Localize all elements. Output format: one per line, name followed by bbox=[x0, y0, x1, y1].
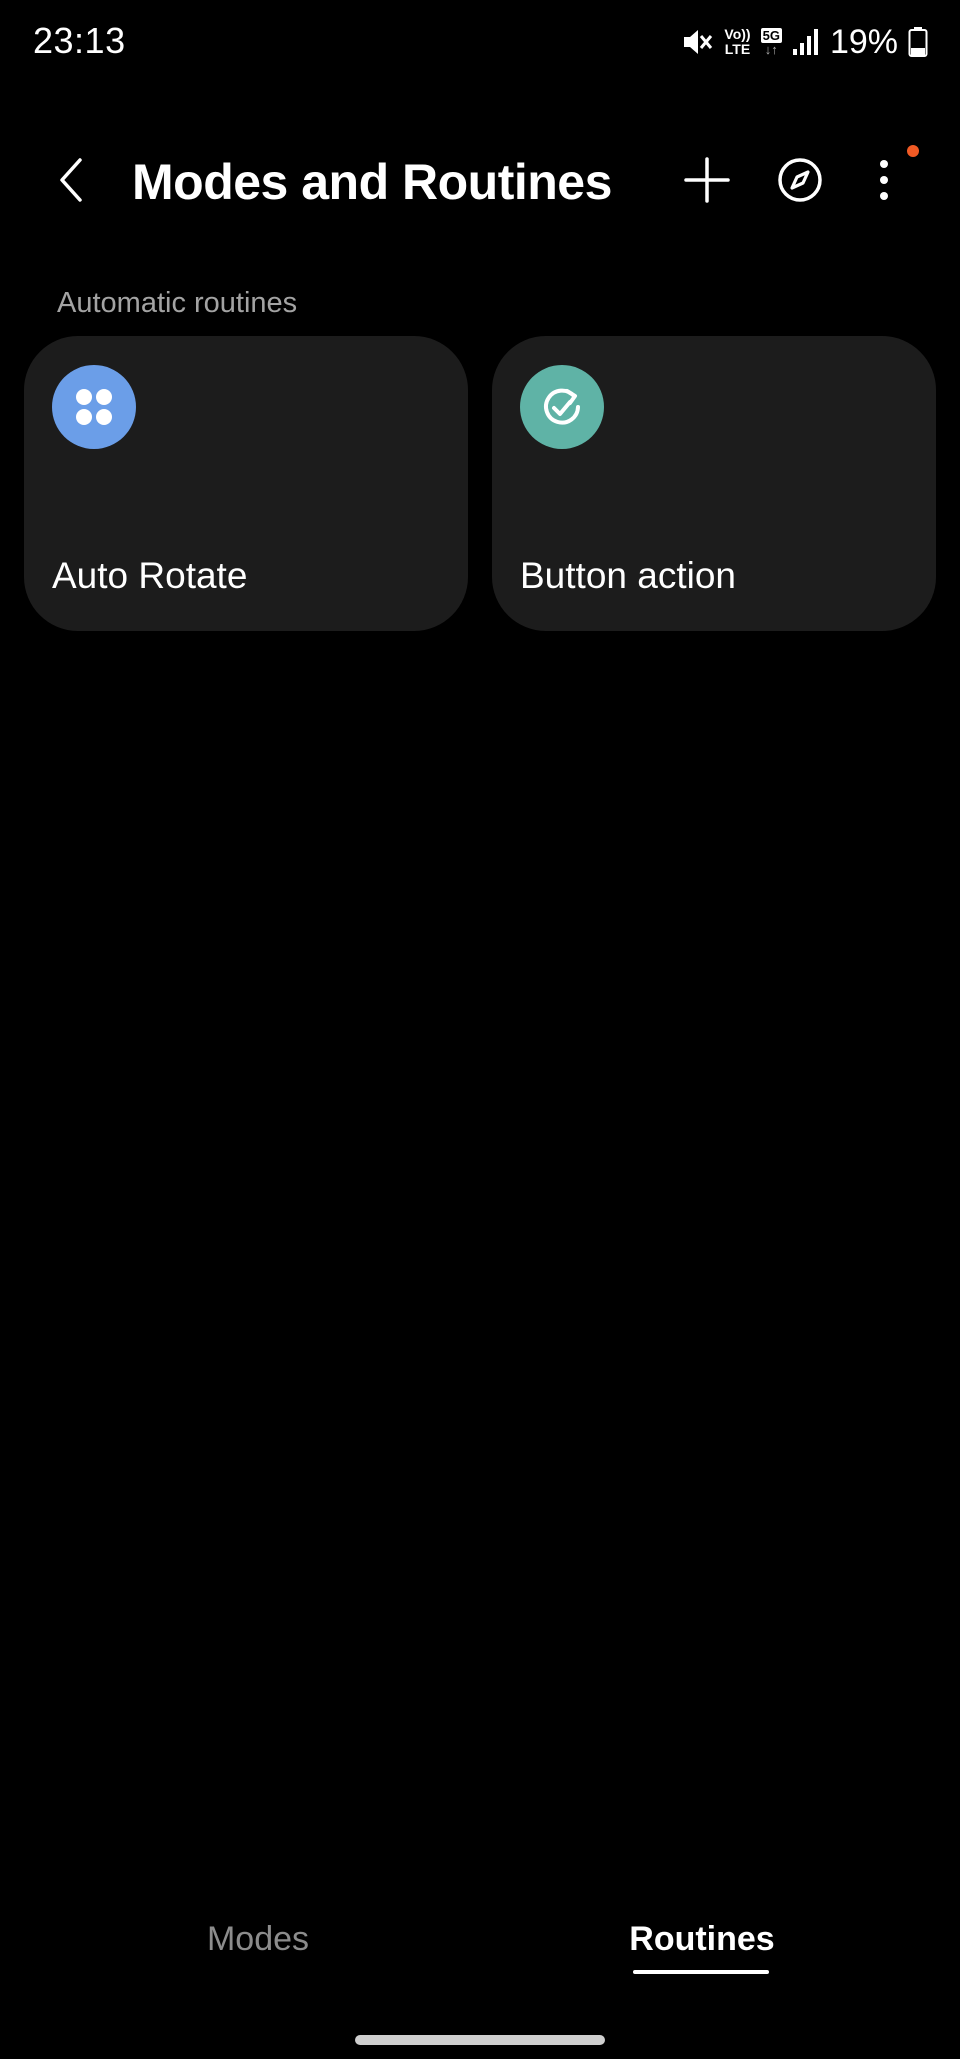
routine-card-button-action[interactable]: Button action bbox=[492, 336, 936, 631]
tab-selected-indicator bbox=[633, 1970, 769, 1974]
app-bar: Modes and Routines bbox=[0, 130, 960, 230]
routine-card-auto-rotate[interactable]: Auto Rotate bbox=[24, 336, 468, 631]
5g-icon: 5G ↓↑ bbox=[760, 27, 782, 57]
routine-card-label: Button action bbox=[520, 555, 736, 596]
plus-icon bbox=[683, 156, 731, 209]
check-refresh-icon bbox=[520, 365, 604, 449]
battery-icon bbox=[908, 26, 928, 58]
back-icon bbox=[52, 156, 92, 209]
add-routine-button[interactable] bbox=[675, 150, 739, 214]
home-indicator[interactable] bbox=[355, 2035, 605, 2045]
volte-icon: Vo)) LTE bbox=[724, 27, 750, 57]
tab-routines[interactable]: Routines bbox=[612, 1920, 792, 1959]
volte-top-text: Vo)) bbox=[724, 26, 751, 42]
notification-dot bbox=[907, 145, 919, 157]
bottom-tab-bar: Modes Routines bbox=[0, 1920, 960, 1990]
network-type: 5G bbox=[760, 27, 782, 43]
compass-icon bbox=[776, 156, 824, 209]
page-title: Modes and Routines bbox=[132, 154, 612, 210]
tab-modes[interactable]: Modes bbox=[140, 1920, 376, 1959]
more-options-button[interactable] bbox=[852, 150, 916, 214]
status-bar: 23:13 Vo)) LTE 5G ↓↑ 19% bbox=[0, 0, 960, 84]
more-vert-icon bbox=[874, 156, 894, 209]
routine-card-label: Auto Rotate bbox=[52, 555, 248, 596]
section-header: Automatic routines bbox=[57, 287, 298, 319]
back-button[interactable] bbox=[40, 150, 104, 214]
routine-cards: Auto Rotate Button action bbox=[24, 336, 936, 631]
mute-icon bbox=[680, 25, 714, 59]
discover-button[interactable] bbox=[768, 150, 832, 214]
network-arrows: ↓↑ bbox=[764, 41, 778, 57]
apps-grid-icon bbox=[52, 365, 136, 449]
volte-bottom-text: LTE bbox=[724, 41, 751, 57]
battery-percent: 19% bbox=[829, 22, 898, 61]
status-icons: Vo)) LTE 5G ↓↑ 19% bbox=[680, 18, 928, 66]
status-time: 23:13 bbox=[33, 20, 126, 61]
signal-icon bbox=[792, 27, 820, 57]
